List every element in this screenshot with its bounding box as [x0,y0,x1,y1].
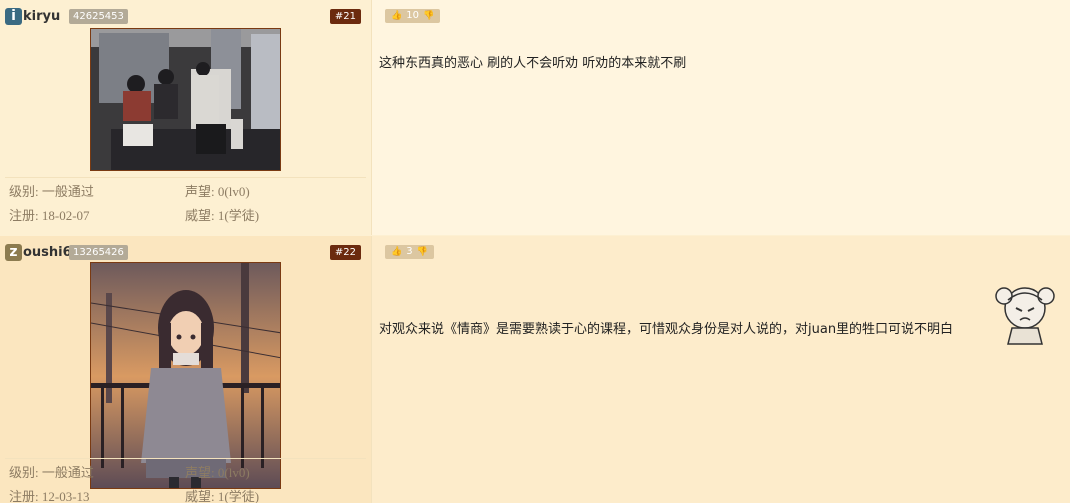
floor-badge[interactable]: #21 [329,9,361,24]
user-sidebar: i kiryu 42625453 #21 级别: 一般通过 声望: 0(lv0)… [0,0,372,235]
vote-count: 3 [406,246,413,257]
post-body: 👍 3 👎 对观众来说《情商》是需要熟读于心的课程，可惜观众身份是对人说的，对j… [373,236,1070,503]
level-stat: 级别: 一般通过 [9,184,94,199]
user-sidebar: z oushi62 13265426 #22 级别: 一般通过 声望: 0(lv… [0,236,372,503]
post-21: i kiryu 42625453 #21 级别: 一般通过 声望: 0(lv0)… [0,0,1070,235]
thumbs-up-icon[interactable]: 👍 [391,9,402,23]
uid-badge[interactable]: 42625453 [69,9,128,24]
anime-girl-avatar [91,263,280,488]
chibi-sticker-icon [995,287,1055,345]
uid-badge[interactable]: 13265426 [69,245,128,260]
post-body: 👍 10 👎 这种东西真的恶心 刷的人不会听劝 听劝的本来就不刷 [373,0,1070,235]
user-stats: 级别: 一般通过 声望: 0(lv0) 注册: 18-02-07 威望: 1(学… [5,177,366,227]
level-stat: 级别: 一般通过 [9,465,94,480]
avatar-letter[interactable]: z [5,244,22,261]
reputation-stat: 声望: 0(lv0) [185,465,250,480]
username[interactable]: kiryu [23,9,60,24]
registered-stat: 注册: 12-03-13 [9,489,90,503]
vote-badge[interactable]: 👍 3 👎 [385,245,434,259]
post-content: 对观众来说《情商》是需要熟读于心的课程，可惜观众身份是对人说的，对juan里的牲… [379,322,954,337]
thumbs-down-icon[interactable]: 👎 [417,245,428,259]
reaction-sticker [990,278,1060,348]
vote-badge[interactable]: 👍 10 👎 [385,9,441,23]
floor-badge[interactable]: #22 [329,245,361,260]
prestige-stat: 威望: 1(学徒) [185,489,260,503]
avatar-letter[interactable]: i [5,8,22,25]
vote-count: 10 [406,10,419,21]
registered-stat: 注册: 18-02-07 [9,208,90,223]
thumbs-down-icon[interactable]: 👎 [423,9,434,23]
post-22: z oushi62 13265426 #22 级别: 一般通过 声望: 0(lv… [0,236,1070,503]
prestige-stat: 威望: 1(学徒) [185,208,260,223]
thumbs-up-icon[interactable]: 👍 [391,245,402,259]
reputation-stat: 声望: 0(lv0) [185,184,250,199]
user-stats: 级别: 一般通过 声望: 0(lv0) 注册: 12-03-13 威望: 1(学… [5,458,366,503]
train-photo-avatar [91,29,280,170]
post-content: 这种东西真的恶心 刷的人不会听劝 听劝的本来就不刷 [379,56,687,71]
avatar[interactable] [90,28,281,171]
avatar[interactable] [90,262,281,489]
